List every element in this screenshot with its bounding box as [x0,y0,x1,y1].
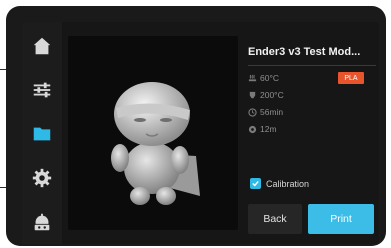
sidebar-item-files[interactable] [22,114,62,154]
home-icon [33,37,51,55]
nozzle-temp-row: 200°C [248,88,284,102]
checkmark-icon [252,181,259,187]
print-button[interactable]: Print [308,204,374,234]
divider [248,65,376,66]
calibration-checkbox[interactable] [250,178,261,189]
bed-temp-icon [248,74,257,83]
nozzle-temp-icon [248,91,257,100]
nozzle-temp-value: 200°C [260,90,284,100]
model-preview [68,36,238,230]
touch-screen: Ender3 v3 Test Mod... 60°C PLA 200°C 56m… [22,22,379,244]
sidebar-item-assistant[interactable] [22,202,62,242]
clock-icon [248,107,257,117]
folder-icon [33,127,51,141]
gear-icon [32,168,52,188]
filament-length-value: 12m [260,124,277,134]
file-name: Ender3 v3 Test Mod... [248,46,361,58]
sidebar-item-settings[interactable] [22,158,62,198]
sidebar-item-tune[interactable] [22,70,62,110]
robot-icon [34,213,50,231]
bed-temp-row: 60°C [248,71,279,85]
sidebar-item-home[interactable] [22,26,62,66]
print-time-row: 56min [248,105,283,119]
bed-temp-value: 60°C [260,73,279,83]
printer-display-bezel: Ender3 v3 Test Mod... 60°C PLA 200°C 56m… [6,6,386,246]
back-button[interactable]: Back [248,204,302,234]
sidebar-nav [22,22,62,244]
calibration-label: Calibration [266,178,310,189]
model-thumbnail [111,82,200,205]
file-info-panel: Ender3 v3 Test Mod... 60°C PLA 200°C 56m… [246,22,379,244]
calibration-option[interactable]: Calibration [250,178,309,189]
sliders-icon [33,82,51,98]
print-time-value: 56min [260,107,284,117]
filament-length-row: 12m [248,122,277,136]
filament-type-badge: PLA [338,72,364,84]
filament-spool-icon [248,125,257,134]
